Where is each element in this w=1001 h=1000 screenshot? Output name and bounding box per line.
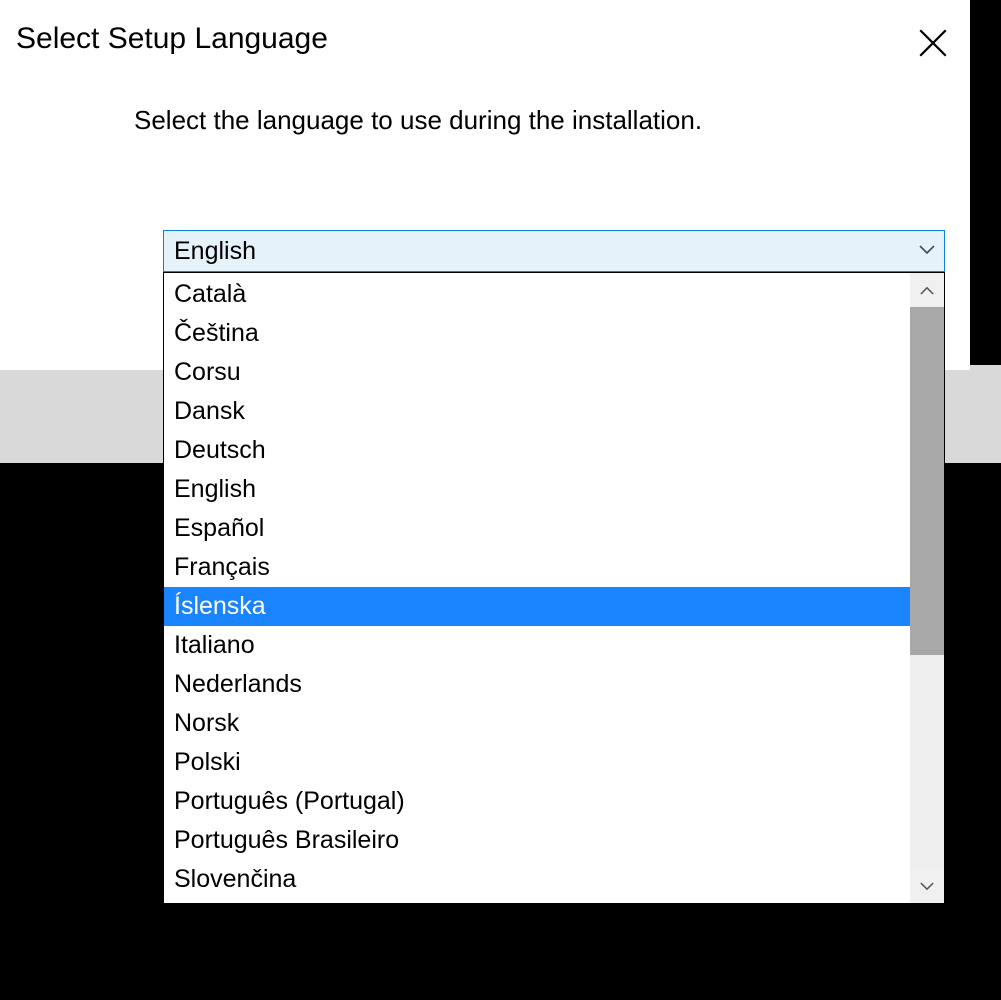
language-option[interactable]: Slovenčina (164, 860, 910, 899)
chevron-down-icon (919, 245, 935, 255)
language-option[interactable]: English (164, 470, 910, 509)
language-option[interactable]: Deutsch (164, 431, 910, 470)
combobox-arrow[interactable] (910, 242, 944, 260)
language-option[interactable]: Català (164, 275, 910, 314)
language-option[interactable]: Čeština (164, 314, 910, 353)
scroll-up-button[interactable] (910, 273, 944, 307)
language-combobox[interactable]: English (163, 230, 945, 272)
scroll-down-button[interactable] (910, 869, 944, 903)
language-dropdown[interactable]: CatalàČeštinaCorsuDanskDeutschEnglishEsp… (163, 272, 945, 904)
language-option[interactable]: Español (164, 509, 910, 548)
language-list[interactable]: CatalàČeštinaCorsuDanskDeutschEnglishEsp… (164, 273, 910, 903)
scrollbar[interactable] (910, 273, 944, 903)
language-option[interactable]: Português Brasileiro (164, 821, 910, 860)
dialog-title: Select Setup Language (16, 22, 328, 56)
language-option[interactable]: Italiano (164, 626, 910, 665)
language-option[interactable]: Dansk (164, 392, 910, 431)
scroll-thumb[interactable] (910, 307, 944, 655)
scroll-track[interactable] (910, 307, 944, 869)
combobox-value: English (164, 237, 910, 266)
language-option[interactable]: Nederlands (164, 665, 910, 704)
language-option[interactable]: Polski (164, 743, 910, 782)
language-option[interactable]: Corsu (164, 353, 910, 392)
language-option[interactable]: Norsk (164, 704, 910, 743)
language-option[interactable]: Português (Portugal) (164, 782, 910, 821)
instruction-text: Select the language to use during the in… (134, 105, 702, 136)
language-option[interactable]: Íslenska (164, 587, 910, 626)
close-button[interactable] (916, 26, 950, 60)
chevron-down-icon (920, 882, 934, 891)
language-option[interactable]: Français (164, 548, 910, 587)
close-icon (916, 26, 950, 60)
chevron-up-icon (920, 286, 934, 295)
